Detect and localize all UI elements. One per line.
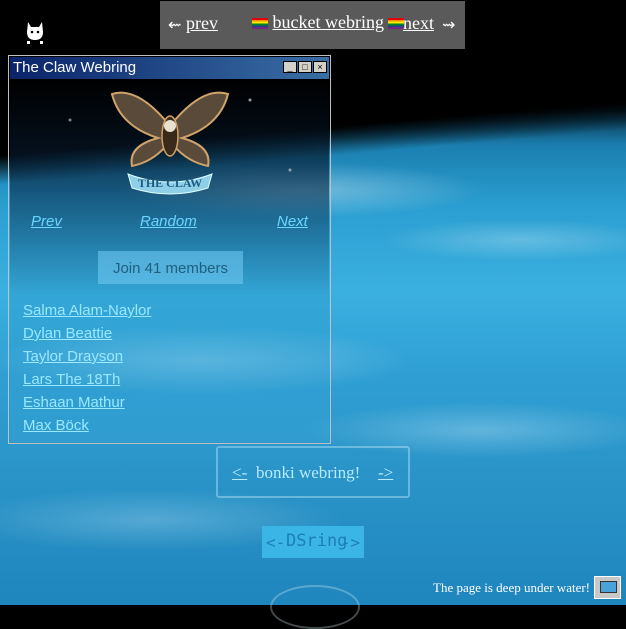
bucket-webring-bar: ⇜ prev bucket webring next ⇝ bbox=[160, 1, 465, 49]
pride-flag-icon bbox=[252, 18, 268, 30]
maximize-icon[interactable]: □ bbox=[298, 61, 312, 73]
dsring-title: DSring bbox=[286, 531, 348, 551]
cat-icon[interactable] bbox=[22, 18, 48, 46]
svg-text:THE CLAW: THE CLAW bbox=[138, 176, 202, 190]
member-list: Salma Alam-Naylor Dylan Beattie Taylor D… bbox=[23, 302, 151, 440]
monitor-icon[interactable] bbox=[594, 576, 621, 599]
bonki-webring-title: bonki webring! bbox=[256, 463, 361, 482]
claw-webring-window: The Claw Webring _ □ × THE CLAW Prev Ran… bbox=[8, 55, 331, 444]
member-link[interactable]: Dylan Beattie bbox=[23, 325, 151, 348]
member-link[interactable]: Max Böck bbox=[23, 417, 151, 440]
next-arrow-icon: ⇝ bbox=[442, 17, 456, 34]
dsring-next[interactable]: -> bbox=[341, 528, 360, 558]
dsring-prev[interactable]: <- bbox=[266, 528, 285, 558]
member-link[interactable]: Salma Alam-Naylor bbox=[23, 302, 151, 325]
claw-random-link[interactable]: Random bbox=[140, 213, 197, 230]
bucket-webring-link[interactable]: bucket webring bbox=[273, 12, 384, 32]
bonki-webring: <- bonki webring! -> bbox=[216, 446, 410, 498]
close-icon[interactable]: × bbox=[313, 61, 327, 73]
underwater-note: The page is deep under water! bbox=[433, 580, 591, 595]
claw-next-link[interactable]: Next bbox=[277, 213, 308, 230]
member-link[interactable]: Lars The 18Th bbox=[23, 371, 151, 394]
member-link[interactable]: Taylor Drayson bbox=[23, 348, 151, 371]
window-titlebar[interactable]: The Claw Webring _ □ × bbox=[10, 57, 329, 79]
window-title: The Claw Webring bbox=[13, 59, 137, 76]
minimize-icon[interactable]: _ bbox=[283, 61, 297, 73]
claw-moth-logo: THE CLAW bbox=[110, 91, 230, 195]
bucket-webring-title[interactable]: bucket webring bbox=[252, 12, 405, 33]
bucket-prev-link[interactable]: prev bbox=[186, 13, 218, 34]
member-link[interactable]: Eshaan Mathur bbox=[23, 394, 151, 417]
window-body: THE CLAW Prev Random Next Join 41 member… bbox=[10, 80, 329, 442]
bonki-prev-link[interactable]: <- bbox=[232, 463, 247, 483]
dsring-banner[interactable]: <- DSring -> bbox=[262, 526, 364, 558]
join-button[interactable]: Join 41 members bbox=[98, 251, 243, 284]
claw-prev-link[interactable]: Prev bbox=[31, 213, 62, 230]
bucket-next-link[interactable]: next bbox=[403, 13, 434, 34]
bonki-next-link[interactable]: -> bbox=[378, 463, 393, 483]
prev-arrow-icon: ⇜ bbox=[168, 17, 182, 34]
underwater-emblem bbox=[270, 585, 360, 629]
